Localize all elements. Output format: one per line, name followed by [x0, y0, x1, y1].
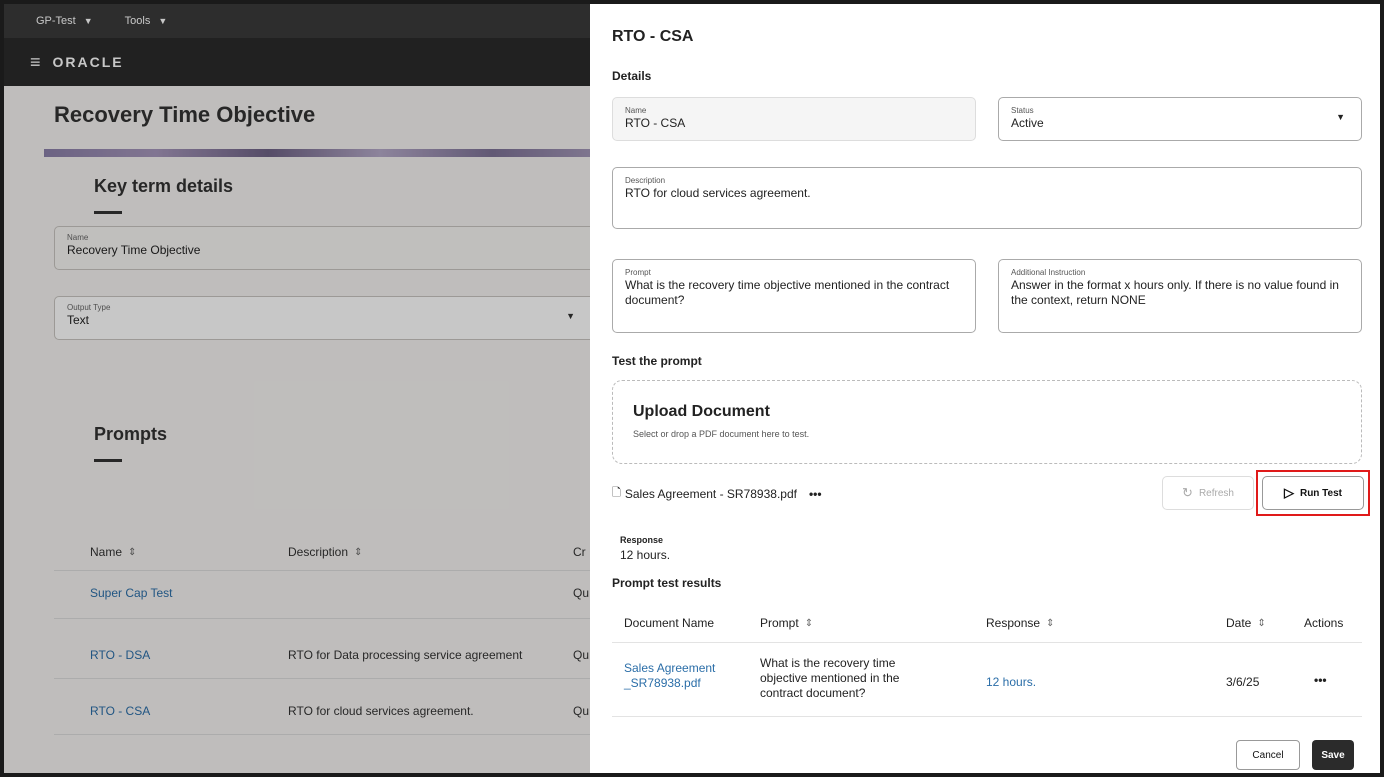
results-header-actions: Actions	[1304, 616, 1343, 630]
run-test-button[interactable]: ▷ Run Test	[1262, 476, 1364, 510]
status-value: Active	[1011, 116, 1044, 130]
additional-instruction-field[interactable]: Additional Instruction Answer in the for…	[998, 259, 1362, 333]
response-value: 12 hours.	[620, 548, 671, 562]
description-field[interactable]: Description RTO for cloud services agree…	[612, 167, 1362, 229]
upload-title: Upload Document	[633, 403, 770, 420]
sort-icon: ⇕	[1046, 617, 1055, 629]
results-header-response[interactable]: Response ⇕	[986, 616, 1054, 630]
results-header-label: Prompt	[760, 616, 799, 630]
cancel-button[interactable]: Cancel	[1236, 740, 1300, 770]
drawer-title: RTO - CSA	[612, 28, 694, 45]
prompt-label: Prompt	[625, 268, 651, 277]
results-date: 3/6/25	[1226, 675, 1260, 689]
test-heading: Test the prompt	[612, 354, 702, 368]
more-actions-icon[interactable]: •••	[809, 487, 822, 501]
refresh-button[interactable]: ↻ Refresh	[1162, 476, 1254, 510]
sort-icon: ⇕	[804, 617, 814, 629]
play-icon: ▷	[1283, 485, 1294, 500]
results-document-link[interactable]: Sales Agreement _SR78938.pdf	[624, 661, 734, 691]
document-icon: 🗋	[612, 487, 621, 499]
upload-dropzone[interactable]: Upload Document Select or drop a PDF doc…	[612, 380, 1362, 464]
additional-instruction-value: Answer in the format x hours only. If th…	[1011, 278, 1339, 307]
upload-subtitle: Select or drop a PDF document here to te…	[633, 429, 810, 439]
attached-file: 🗋 Sales Agreement - SR78938.pdf •••	[612, 484, 822, 503]
status-select[interactable]: Status Active ▼	[998, 97, 1362, 141]
results-header-document: Document Name	[624, 616, 714, 630]
prompt-field[interactable]: Prompt What is the recovery time objecti…	[612, 259, 976, 333]
results-header-label: Actions	[1304, 616, 1344, 630]
results-prompt: What is the recovery time objective ment…	[760, 656, 900, 700]
chevron-down-icon: ▼	[1336, 112, 1345, 122]
results-header-label: Document Name	[624, 616, 715, 630]
edit-prompt-drawer: RTO - CSA Details Name RTO - CSA Status …	[590, 4, 1380, 773]
description-label: Description	[625, 176, 666, 185]
status-label: Status	[1011, 106, 1034, 115]
row-actions-icon[interactable]: •••	[1314, 673, 1327, 688]
run-test-label: Run Test	[1299, 487, 1343, 499]
results-header-label: Response	[986, 616, 1041, 630]
refresh-icon: ↻	[1182, 485, 1193, 500]
description-value: RTO for cloud services agreement.	[625, 186, 811, 200]
save-button[interactable]: Save	[1312, 740, 1354, 770]
results-header-prompt[interactable]: Prompt ⇕	[760, 616, 813, 630]
response-label: Response	[620, 535, 664, 545]
results-divider	[612, 642, 1362, 643]
file-name: Sales Agreement - SR78938.pdf	[624, 486, 797, 501]
modal-overlay[interactable]	[4, 4, 590, 773]
results-divider	[612, 716, 1362, 717]
results-response-link[interactable]: 12 hours.	[986, 675, 1036, 690]
run-test-highlight: ▷ Run Test	[1256, 470, 1370, 516]
details-heading: Details	[612, 69, 652, 83]
name-label: Name	[625, 106, 647, 115]
sort-icon: ⇕	[1257, 617, 1266, 629]
results-header-label: Date	[1226, 616, 1252, 630]
results-heading: Prompt test results	[612, 576, 722, 590]
name-field[interactable]: Name RTO - CSA	[612, 97, 976, 141]
name-value: RTO - CSA	[625, 116, 686, 130]
additional-instruction-label: Additional Instruction	[1011, 268, 1086, 277]
prompt-value: What is the recovery time objective ment…	[625, 278, 950, 307]
refresh-label: Refresh	[1198, 487, 1234, 499]
results-header-date[interactable]: Date ⇕	[1226, 616, 1266, 630]
